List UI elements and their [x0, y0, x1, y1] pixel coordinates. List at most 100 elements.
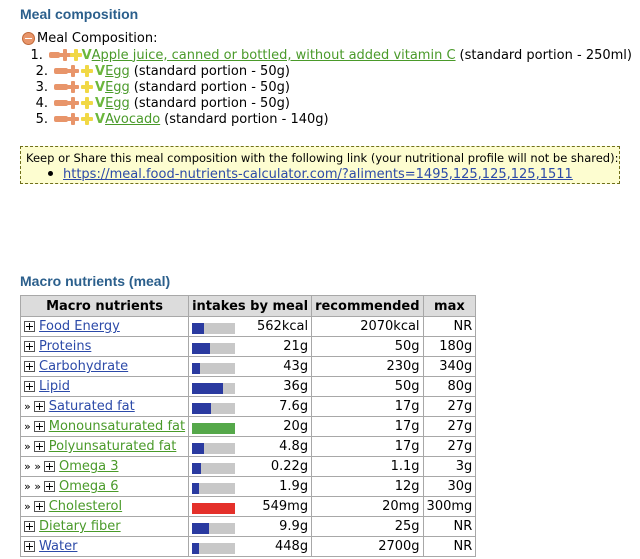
expand-icon[interactable]	[43, 481, 55, 492]
expand-icon[interactable]	[33, 401, 45, 412]
nutrient-link[interactable]: Water	[39, 539, 77, 554]
intake-cell: 4.8g	[188, 436, 313, 457]
check-icon[interactable]: V	[95, 96, 105, 111]
composition-label: Meal Composition:	[37, 30, 158, 46]
meal-composition-heading: Meal composition	[20, 6, 139, 22]
nutrient-cell: » » Omega 3	[19, 456, 190, 477]
nutrient-link[interactable]: Omega 3	[59, 459, 119, 474]
item-number: 3.	[35, 79, 48, 95]
intake-value: 43g	[283, 359, 309, 374]
food-item: 4. V Egg (standard portion - 50g)	[22, 95, 632, 111]
nutrient-link[interactable]: Cholesterol	[49, 499, 122, 514]
col-header-nutrient: Macro nutrients	[19, 295, 190, 317]
expand-icon[interactable]	[24, 521, 35, 532]
share-link[interactable]: https://meal.food-nutrients-calculator.c…	[63, 167, 573, 182]
intake-bar-fill	[192, 343, 211, 354]
food-link[interactable]: Egg	[105, 64, 130, 79]
add-icon[interactable]	[80, 112, 94, 126]
intake-value: 21g	[283, 339, 309, 354]
check-icon[interactable]: V	[82, 48, 92, 63]
increase-icon[interactable]	[66, 80, 80, 94]
table-row: » Cholesterol 549mg 20mg 300mg	[19, 496, 477, 517]
expand-icon[interactable]	[24, 341, 35, 352]
nutrient-cell: Water	[19, 536, 190, 557]
food-link[interactable]: Apple juice, canned or bottled, without …	[92, 48, 456, 63]
nutrient-link[interactable]: Carbohydrate	[39, 359, 128, 374]
nutrient-cell: Dietary fiber	[19, 516, 190, 537]
recommended-cell: 12g	[311, 476, 424, 497]
check-icon[interactable]: V	[95, 112, 105, 127]
add-icon[interactable]	[69, 48, 83, 62]
nutrient-cell: » Cholesterol	[19, 496, 190, 517]
increase-icon[interactable]	[66, 96, 80, 110]
intake-value: 562kcal	[257, 319, 309, 334]
increase-icon[interactable]	[66, 112, 80, 126]
expand-icon[interactable]	[24, 381, 35, 392]
max-cell: 3g	[422, 456, 477, 477]
check-icon[interactable]: V	[95, 80, 105, 95]
item-number: 4.	[35, 95, 48, 111]
table-row: Dietary fiber 9.9g 25g NR	[19, 516, 477, 537]
increase-icon[interactable]	[66, 64, 80, 78]
nutrient-link[interactable]: Saturated fat	[49, 399, 135, 414]
max-cell: 340g	[422, 356, 477, 377]
expand-icon[interactable]	[24, 321, 35, 332]
recommended-cell: 17g	[311, 436, 424, 457]
col-header-intake: intakes by meal	[188, 295, 313, 317]
nutrient-link[interactable]: Omega 6	[59, 479, 119, 494]
check-icon[interactable]: V	[95, 64, 105, 79]
food-link[interactable]: Egg	[105, 80, 130, 95]
recommended-cell: 17g	[311, 396, 424, 417]
increase-icon[interactable]	[58, 48, 72, 62]
intake-bar-fill	[192, 363, 201, 374]
add-icon[interactable]	[80, 80, 94, 94]
item-number: 1.	[30, 47, 43, 63]
intake-bar-fill	[192, 323, 204, 334]
add-icon[interactable]	[80, 64, 94, 78]
nesting-marker: »	[24, 400, 31, 413]
nutrient-link[interactable]: Polyunsaturated fat	[49, 439, 177, 454]
table-row: » Monounsaturated fat 20g 17g 27g	[19, 416, 477, 437]
max-cell: 27g	[422, 436, 477, 457]
portion-text: (standard portion - 50g)	[133, 95, 290, 111]
collapse-icon[interactable]	[22, 31, 35, 45]
recommended-cell: 2700g	[311, 536, 424, 557]
max-cell: 300mg	[422, 496, 477, 517]
intake-cell: 549mg	[188, 496, 313, 517]
recommended-cell: 2070kcal	[311, 316, 424, 337]
nutrient-link[interactable]: Food Energy	[39, 319, 120, 334]
nesting-marker: »	[24, 420, 31, 433]
expand-icon[interactable]	[33, 501, 45, 512]
meal-composition-list: Meal Composition: 1. V Apple juice, canned…	[22, 29, 632, 127]
intake-bar-fill	[192, 503, 236, 514]
nutrient-link[interactable]: Lipid	[39, 379, 70, 394]
food-link[interactable]: Egg	[105, 96, 130, 111]
max-cell: 27g	[422, 416, 477, 437]
nutrient-link[interactable]: Dietary fiber	[39, 519, 121, 534]
intake-value: 0.22g	[270, 459, 309, 474]
intake-value: 549mg	[262, 499, 309, 514]
macro-nutrients-table: Macro nutrients intakes by meal recommen…	[19, 295, 477, 557]
nesting-marker: » »	[24, 480, 41, 493]
food-item: 5. V Avocado (standard portion - 140g)	[22, 111, 632, 127]
food-link[interactable]: Avocado	[105, 112, 160, 127]
recommended-cell: 20mg	[311, 496, 424, 517]
nesting-marker: »	[24, 500, 31, 513]
food-item: 3. V Egg (standard portion - 50g)	[22, 79, 632, 95]
portion-text: (standard portion - 140g)	[164, 111, 329, 127]
nutrient-link[interactable]: Monounsaturated fat	[49, 419, 185, 434]
recommended-cell: 17g	[311, 416, 424, 437]
expand-icon[interactable]	[24, 541, 35, 552]
add-icon[interactable]	[80, 96, 94, 110]
nutrient-link[interactable]: Proteins	[39, 339, 91, 354]
expand-icon[interactable]	[24, 361, 35, 372]
expand-icon[interactable]	[33, 441, 45, 452]
share-text: Keep or Share this meal composition with…	[26, 151, 619, 165]
intake-bar	[192, 403, 236, 414]
expand-icon[interactable]	[43, 461, 55, 472]
item-number: 2.	[35, 63, 48, 79]
intake-bar	[192, 503, 236, 514]
expand-icon[interactable]	[33, 421, 45, 432]
bullet-icon	[48, 171, 53, 176]
max-cell: NR	[422, 536, 477, 557]
